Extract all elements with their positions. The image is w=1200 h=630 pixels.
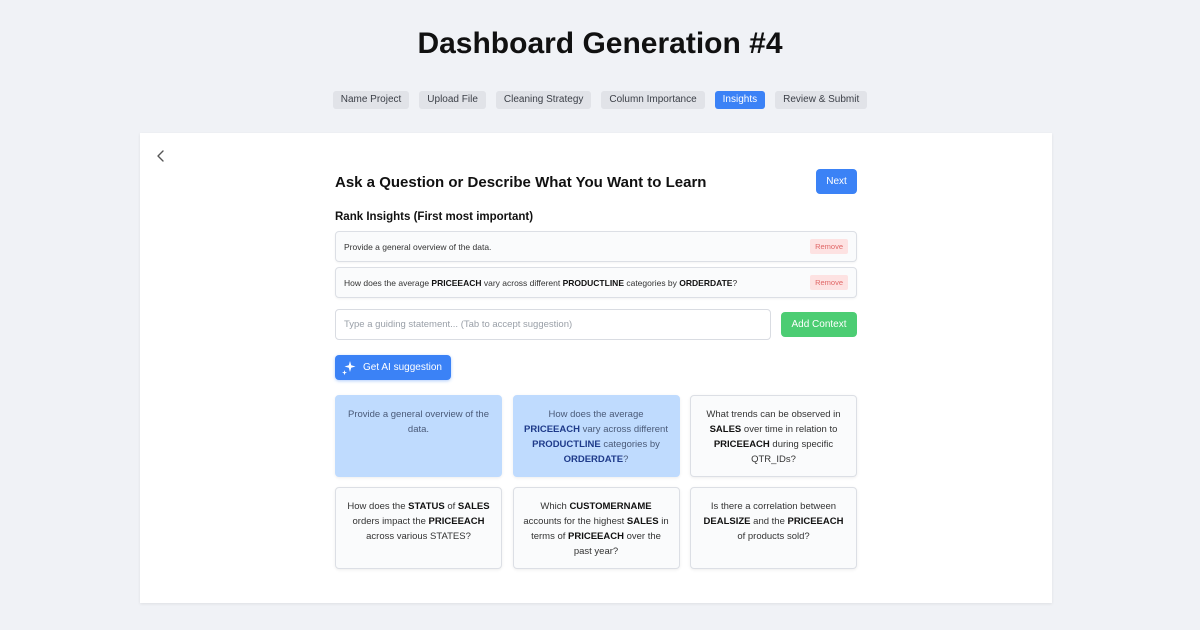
ranked-insight-item[interactable]: Provide a general overview of the data. … bbox=[335, 231, 857, 262]
ranked-insight-item[interactable]: How does the average PRICEEACH vary acro… bbox=[335, 267, 857, 298]
remove-button[interactable]: Remove bbox=[810, 275, 848, 290]
suggestion-grid: Provide a general overview of the data. … bbox=[335, 395, 857, 569]
suggestion-card[interactable]: How does the average PRICEEACH vary acro… bbox=[512, 395, 680, 477]
get-ai-suggestion-button[interactable]: Get AI suggestion bbox=[335, 355, 451, 380]
chevron-left-icon[interactable] bbox=[154, 148, 168, 164]
suggestion-card[interactable]: What trends can be observed in SALES ove… bbox=[690, 395, 857, 477]
section-heading: Ask a Question or Describe What You Want… bbox=[335, 174, 707, 191]
ai-button-label: Get AI suggestion bbox=[363, 362, 442, 373]
page-title: Dashboard Generation #4 bbox=[417, 27, 783, 60]
suggestion-card[interactable]: Is there a correlation between DEALSIZE … bbox=[690, 487, 857, 569]
step-upload-file[interactable]: Upload File bbox=[419, 91, 486, 109]
suggestion-card[interactable]: Which CUSTOMERNAME accounts for the high… bbox=[512, 487, 680, 569]
remove-button[interactable]: Remove bbox=[810, 239, 848, 254]
next-button[interactable]: Next bbox=[816, 169, 857, 194]
stepper: Name Project Upload File Cleaning Strate… bbox=[0, 91, 1200, 109]
ranked-insight-text: How does the average PRICEEACH vary acro… bbox=[344, 277, 738, 288]
step-column-importance[interactable]: Column Importance bbox=[601, 91, 705, 109]
suggestion-card[interactable]: How does the STATUS of SALES orders impa… bbox=[335, 487, 502, 569]
step-cleaning-strategy[interactable]: Cleaning Strategy bbox=[495, 91, 592, 109]
add-context-button[interactable]: Add Context bbox=[781, 312, 857, 337]
suggestion-card[interactable]: Provide a general overview of the data. bbox=[335, 395, 502, 477]
step-review-submit[interactable]: Review & Submit bbox=[775, 91, 868, 109]
step-name-project[interactable]: Name Project bbox=[332, 91, 410, 109]
insights-card: Ask a Question or Describe What You Want… bbox=[140, 133, 1052, 603]
guiding-statement-input[interactable] bbox=[335, 309, 771, 340]
rank-insights-title: Rank Insights (First most important) bbox=[335, 211, 534, 223]
sparkle-icon bbox=[342, 360, 356, 375]
step-insights[interactable]: Insights bbox=[714, 91, 766, 109]
ranked-insight-text: Provide a general overview of the data. bbox=[344, 241, 492, 252]
